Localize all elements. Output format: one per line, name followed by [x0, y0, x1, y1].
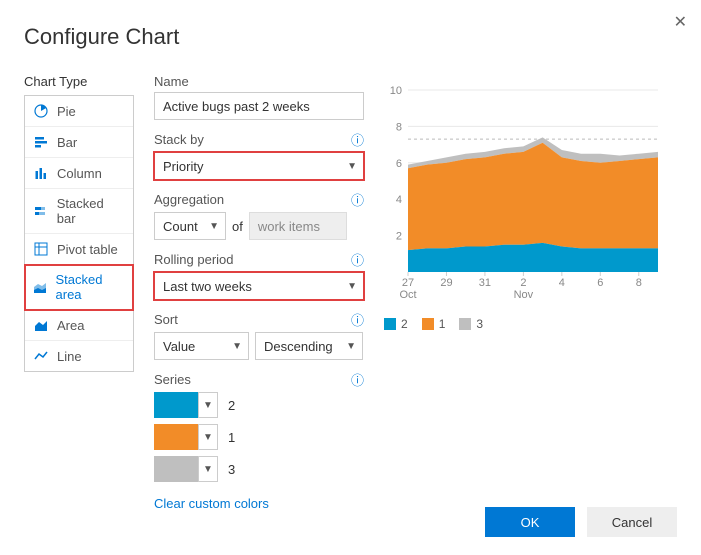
type-stacked-bar[interactable]: Stacked bar	[25, 189, 133, 234]
dialog-title: Configure Chart	[24, 24, 677, 50]
name-input[interactable]	[154, 92, 364, 120]
chevron-down-icon: ▼	[346, 341, 356, 352]
chart-type-label: Chart Type	[24, 74, 134, 89]
aggregation-select[interactable]: Count ▼	[154, 212, 226, 240]
svg-text:6: 6	[597, 277, 603, 289]
series-item-label: 3	[228, 462, 235, 477]
chevron-down-icon[interactable]: ▼	[198, 392, 218, 418]
ok-button[interactable]: OK	[485, 507, 575, 537]
rolling-period-value: Last two weeks	[163, 279, 252, 294]
sort-direction-value: Descending	[264, 339, 333, 354]
rolling-period-label: Rolling period	[154, 252, 234, 267]
pivot-table-icon	[33, 241, 49, 257]
info-icon: ⓘ	[351, 370, 364, 389]
type-label: Stacked bar	[57, 196, 125, 226]
info-icon: ⓘ	[351, 310, 364, 329]
legend-item: 2	[384, 317, 408, 331]
chevron-down-icon: ▼	[347, 281, 357, 292]
info-icon: ⓘ	[351, 250, 364, 269]
area-icon	[33, 317, 49, 333]
clear-custom-colors-link[interactable]: Clear custom colors	[154, 496, 269, 511]
series-item-label: 1	[228, 430, 235, 445]
svg-text:6: 6	[396, 158, 402, 170]
svg-text:Oct: Oct	[399, 289, 416, 301]
svg-text:8: 8	[396, 121, 402, 133]
bar-icon	[33, 134, 49, 150]
color-swatch	[154, 392, 198, 418]
color-swatch	[154, 424, 198, 450]
cancel-button[interactable]: Cancel	[587, 507, 677, 537]
rolling-period-select[interactable]: Last two weeks ▼	[154, 272, 364, 300]
series-label: Series	[154, 372, 191, 387]
chevron-down-icon: ▼	[209, 221, 219, 232]
chart-type-list: Pie Bar Column	[24, 95, 134, 372]
info-icon: ⓘ	[351, 130, 364, 149]
chevron-down-icon[interactable]: ▼	[198, 424, 218, 450]
type-area[interactable]: Area	[25, 310, 133, 341]
svg-text:2: 2	[520, 277, 526, 289]
legend-item: 1	[422, 317, 446, 331]
close-icon[interactable]: ✕	[674, 12, 687, 32]
series-row: ▼ 3	[154, 456, 364, 482]
chart-preview: 24681027Oct29312Nov468	[384, 82, 677, 305]
color-swatch	[154, 456, 198, 482]
chevron-down-icon[interactable]: ▼	[198, 456, 218, 482]
line-icon	[33, 348, 49, 364]
name-label: Name	[154, 74, 189, 89]
legend-swatch	[384, 318, 396, 330]
aggregation-value: Count	[163, 219, 198, 234]
aggregation-target: work items	[249, 212, 347, 240]
aggregation-label: Aggregation	[154, 192, 224, 207]
chevron-down-icon: ▼	[347, 161, 357, 172]
series-color-picker[interactable]: ▼	[154, 456, 218, 482]
svg-text:31: 31	[479, 277, 491, 289]
svg-text:8: 8	[636, 277, 642, 289]
series-row: ▼ 2	[154, 392, 364, 418]
svg-text:4: 4	[559, 277, 565, 289]
sort-label: Sort	[154, 312, 178, 327]
info-icon: ⓘ	[351, 190, 364, 209]
series-color-picker[interactable]: ▼	[154, 424, 218, 450]
aggregation-of: of	[232, 219, 243, 234]
type-label: Stacked area	[56, 272, 125, 302]
type-label: Area	[57, 318, 84, 333]
stack-by-label: Stack by	[154, 132, 204, 147]
series-color-picker[interactable]: ▼	[154, 392, 218, 418]
pie-icon	[33, 103, 49, 119]
svg-text:4: 4	[396, 194, 402, 206]
type-stacked-area[interactable]: Stacked area	[25, 265, 133, 310]
sort-field-value: Value	[163, 339, 195, 354]
legend-swatch	[422, 318, 434, 330]
sort-field-select[interactable]: Value ▼	[154, 332, 249, 360]
svg-text:27: 27	[402, 277, 414, 289]
type-line[interactable]: Line	[25, 341, 133, 371]
type-label: Column	[57, 166, 102, 181]
stack-by-value: Priority	[163, 159, 203, 174]
stack-by-select[interactable]: Priority ▼	[154, 152, 364, 180]
legend-item: 3	[459, 317, 483, 331]
type-bar[interactable]: Bar	[25, 127, 133, 158]
stacked-bar-icon	[33, 203, 49, 219]
column-icon	[33, 165, 49, 181]
chevron-down-icon: ▼	[232, 341, 242, 352]
dialog-footer: OK Cancel	[485, 507, 677, 537]
svg-text:29: 29	[440, 277, 452, 289]
type-column[interactable]: Column	[25, 158, 133, 189]
stacked-area-icon	[33, 279, 48, 295]
sort-direction-select[interactable]: Descending ▼	[255, 332, 363, 360]
type-label: Bar	[57, 135, 77, 150]
series-item-label: 2	[228, 398, 235, 413]
chart-legend: 2 1 3	[384, 317, 677, 331]
type-label: Line	[57, 349, 82, 364]
legend-swatch	[459, 318, 471, 330]
svg-text:2: 2	[396, 231, 402, 243]
type-label: Pie	[57, 104, 76, 119]
svg-text:Nov: Nov	[514, 289, 534, 301]
svg-text:10: 10	[390, 85, 402, 97]
type-label: Pivot table	[57, 242, 118, 257]
type-pie[interactable]: Pie	[25, 96, 133, 127]
type-pivot-table[interactable]: Pivot table	[25, 234, 133, 265]
series-row: ▼ 1	[154, 424, 364, 450]
